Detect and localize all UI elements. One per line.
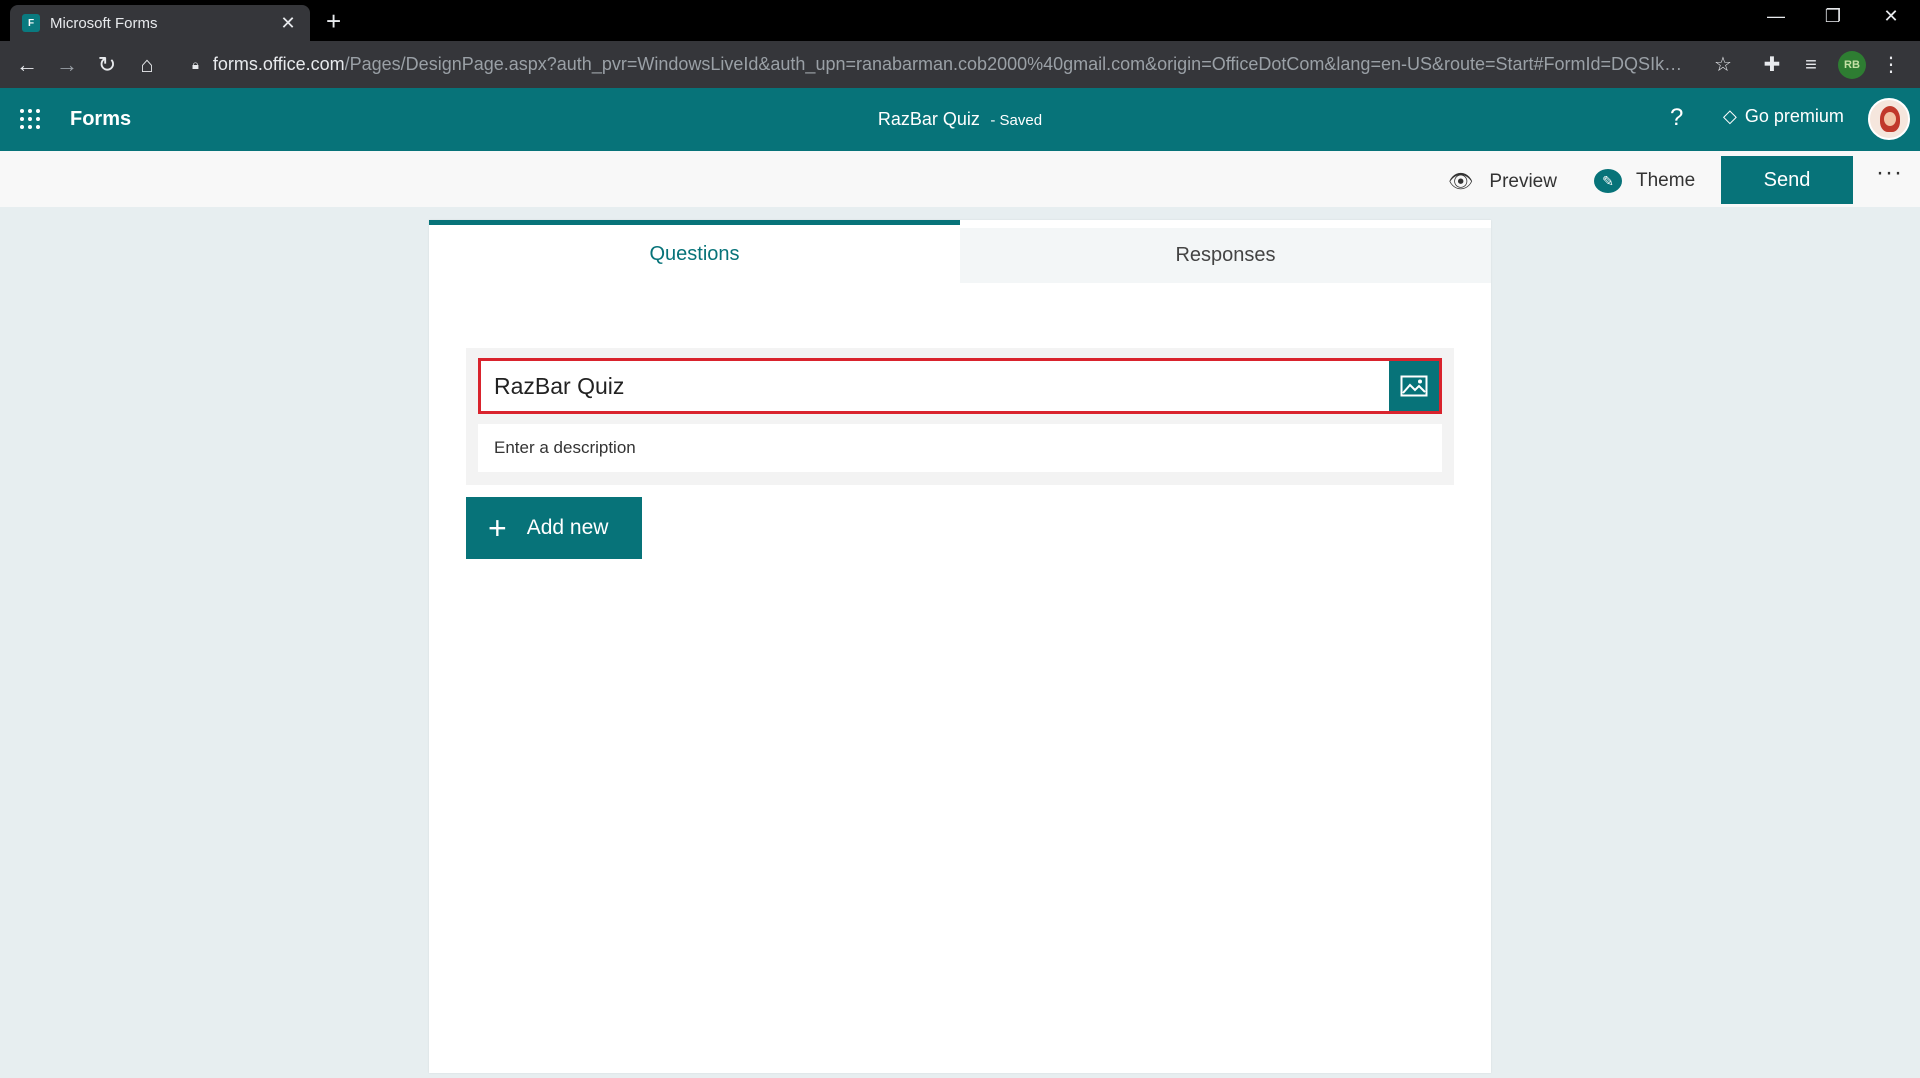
image-icon: [1400, 375, 1428, 397]
form-title-input[interactable]: [481, 361, 1384, 411]
url-path: /Pages/DesignPage.aspx?auth_pvr=WindowsL…: [344, 54, 1685, 74]
home-icon[interactable]: ⌂: [134, 52, 160, 78]
close-tab-icon[interactable]: ✕: [278, 13, 298, 34]
forms-favicon-icon: F: [22, 14, 40, 32]
tab-responses[interactable]: Responses: [960, 228, 1491, 283]
form-title-field-wrapper: [478, 358, 1442, 414]
insert-image-button[interactable]: [1389, 361, 1439, 411]
add-new-label: Add new: [526, 516, 609, 539]
bookmark-star-icon[interactable]: ☆: [1710, 52, 1736, 78]
forward-icon[interactable]: →: [54, 52, 80, 78]
saved-status: - Saved: [990, 112, 1043, 129]
add-new-button[interactable]: + Add new: [466, 497, 642, 559]
forms-header: Forms RazBar Quiz - Saved ? ◇ Go premium: [0, 88, 1920, 151]
form-designer-card: Questions Responses + Add new: [429, 220, 1491, 1073]
more-options-icon[interactable]: ···: [1876, 159, 1903, 187]
reload-icon[interactable]: ↻: [94, 52, 120, 78]
palette-icon: ✎: [1594, 169, 1622, 193]
send-button[interactable]: Send: [1721, 156, 1853, 204]
help-icon[interactable]: ?: [1670, 104, 1683, 132]
diamond-icon: ◇: [1723, 106, 1737, 126]
browser-menu-icon[interactable]: ⋮: [1878, 52, 1904, 78]
browser-tab[interactable]: F Microsoft Forms ✕: [10, 5, 310, 41]
extensions-icon[interactable]: ✚: [1759, 52, 1785, 78]
browser-toolbar: ← → ↻ ⌂ 🔒︎ forms.office.com /Pages/Desig…: [0, 41, 1920, 88]
new-tab-icon[interactable]: +: [326, 8, 341, 34]
eye-icon: 👁︎: [1448, 171, 1474, 193]
header-form-title: RazBar Quiz - Saved: [0, 109, 1920, 130]
form-description-input[interactable]: [478, 424, 1442, 472]
go-premium-label: Go premium: [1744, 106, 1844, 126]
restore-icon[interactable]: ❐: [1818, 6, 1848, 27]
browser-tabstrip: F Microsoft Forms ✕ + — ❐ ✕: [0, 0, 1920, 41]
preview-button[interactable]: 👁︎ Preview: [1448, 169, 1557, 194]
lock-icon: 🔒︎: [192, 56, 199, 72]
back-icon[interactable]: ←: [14, 52, 40, 78]
avatar[interactable]: [1868, 98, 1910, 140]
form-title-text: RazBar Quiz: [877, 109, 980, 129]
preview-label: Preview: [1489, 170, 1557, 192]
url-host: forms.office.com: [212, 54, 345, 74]
profile-icon[interactable]: RB: [1838, 51, 1866, 79]
designer-tabs: Questions Responses: [429, 220, 1491, 283]
address-bar[interactable]: 🔒︎ forms.office.com /Pages/DesignPage.as…: [178, 48, 1718, 81]
tab-questions[interactable]: Questions: [429, 220, 960, 283]
theme-label: Theme: [1636, 170, 1696, 191]
form-toolbar: 👁︎ Preview ✎ Theme Send ···: [0, 151, 1920, 207]
plus-icon: +: [488, 510, 507, 546]
minimize-icon[interactable]: —: [1761, 6, 1791, 27]
tab-title: Microsoft Forms: [50, 14, 158, 32]
go-premium-button[interactable]: ◇ Go premium: [1723, 106, 1844, 127]
theme-button[interactable]: ✎ Theme: [1594, 169, 1695, 193]
close-window-icon[interactable]: ✕: [1876, 6, 1906, 27]
form-title-section: [466, 348, 1454, 485]
media-control-icon[interactable]: ≡: [1798, 52, 1824, 78]
